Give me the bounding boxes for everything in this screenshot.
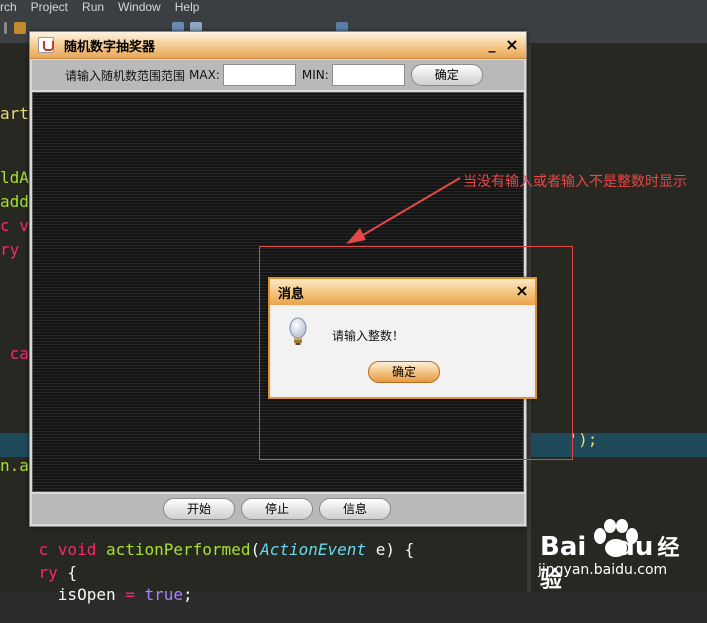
menu-item-window[interactable]: Window — [118, 0, 161, 14]
toolbar-run-icon[interactable] — [14, 22, 26, 34]
message-dialog: 消息 × 请输入整数！ 确定 — [268, 277, 537, 399]
menu-item-project[interactable]: Project — [31, 0, 68, 14]
control-button-row: 开始 停止 信息 — [32, 494, 524, 524]
app-titlebar[interactable]: 随机数字抽奖器 _ × — [30, 32, 526, 59]
lightbulb-icon — [289, 317, 307, 345]
close-button[interactable]: × — [504, 37, 520, 53]
watermark-brand-du: du — [616, 532, 654, 562]
menu-item-run[interactable]: Run — [82, 0, 104, 14]
min-input[interactable] — [331, 64, 405, 86]
start-button[interactable]: 开始 — [163, 498, 235, 520]
range-prompt-label: 请输入随机数范围范围 — [65, 68, 186, 83]
menu-item-search[interactable]: rch — [0, 0, 17, 14]
message-dialog-title: 消息 — [278, 286, 305, 302]
java-cup-icon — [38, 37, 54, 53]
info-button[interactable]: 信息 — [319, 498, 391, 520]
watermark-url: jingyan.baidu.com — [538, 562, 668, 578]
code-line: ca — [0, 344, 29, 363]
message-dialog-body: 请输入整数！ 确定 — [272, 307, 533, 395]
stop-button[interactable]: 停止 — [241, 498, 313, 520]
message-dialog-titlebar[interactable]: 消息 × — [270, 279, 535, 305]
code-line: art — [0, 104, 29, 123]
message-text: 请输入整数！ — [332, 329, 405, 343]
code-line-assign: isOpen = true; — [38, 585, 193, 604]
menu-item-help[interactable]: Help — [175, 0, 200, 14]
toolbar-handle-icon — [4, 22, 7, 34]
min-label: MIN: — [301, 68, 329, 82]
message-close-button[interactable]: × — [514, 283, 530, 299]
annotation-text: 当没有输入或者输入不是整数时显示 — [463, 174, 687, 190]
code-line: ry — [0, 240, 20, 259]
app-title: 随机数字抽奖器 — [64, 39, 156, 55]
range-input-row: 请输入随机数范围范围 MAX: MIN: 确定 — [32, 60, 524, 90]
baidu-jingyan-watermark: Bai du 经验 jingyan.baidu.com — [538, 518, 700, 593]
max-input[interactable] — [222, 64, 296, 86]
max-label: MAX: — [189, 68, 220, 82]
watermark-brand-bai: Bai — [540, 532, 587, 562]
ide-menubar: rch Project Run Window Help — [0, 0, 707, 14]
confirm-range-button[interactable]: 确定 — [410, 64, 483, 86]
minimize-button[interactable]: _ — [484, 37, 500, 53]
message-ok-button[interactable]: 确定 — [368, 361, 440, 383]
